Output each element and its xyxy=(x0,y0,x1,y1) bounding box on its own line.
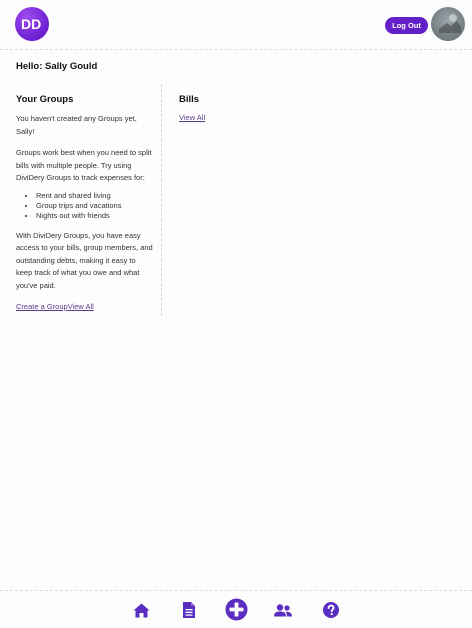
groups-intro: Groups work best when you need to split … xyxy=(16,148,152,182)
bottom-nav xyxy=(0,590,472,628)
groups-use-list: Rent and shared living Group trips and v… xyxy=(36,191,153,221)
nav-help-button[interactable] xyxy=(320,599,342,621)
users-icon xyxy=(274,603,292,616)
groups-benefits: With DiviDery Groups, you have easy acce… xyxy=(16,230,153,290)
create-group-link[interactable]: Create a Group xyxy=(16,302,68,311)
avatar-photo-icon xyxy=(439,14,461,33)
nav-add-button[interactable] xyxy=(224,597,248,621)
app-root: DD Log Out Hello: Sally Gould Your Group… xyxy=(0,0,472,628)
list-item: Group trips and vacations xyxy=(36,201,153,211)
groups-title: Your Groups xyxy=(16,94,74,105)
help-icon xyxy=(323,602,339,618)
groups-links: Create a GroupView All xyxy=(16,300,153,312)
bills-title: Bills xyxy=(179,94,200,105)
greeting: Hello: Sally Gould xyxy=(16,61,98,72)
document-icon xyxy=(183,602,195,618)
bills-section: Bills View All xyxy=(179,84,319,122)
nav-home-button[interactable] xyxy=(130,599,152,621)
groups-view-all-link[interactable]: View All xyxy=(68,302,94,311)
groups-section: Your Groups You haven't created any Grou… xyxy=(16,84,162,316)
nav-bills-button[interactable] xyxy=(178,599,200,621)
nav-groups-button[interactable] xyxy=(272,599,294,621)
logo[interactable]: DD xyxy=(15,7,49,41)
header: DD Log Out xyxy=(0,0,472,50)
list-item: Nights out with friends xyxy=(36,211,153,221)
plus-circle-icon xyxy=(225,598,247,620)
home-icon xyxy=(133,603,149,617)
logout-button[interactable]: Log Out xyxy=(385,17,428,34)
list-item: Rent and shared living xyxy=(36,191,153,201)
avatar[interactable] xyxy=(431,7,465,41)
logo-mark-icon: DD xyxy=(21,16,41,32)
groups-empty-message: You haven't created any Groups yet, Sall… xyxy=(16,114,137,136)
svg-text:DD: DD xyxy=(21,16,41,32)
bills-view-all-link[interactable]: View All xyxy=(179,113,319,122)
